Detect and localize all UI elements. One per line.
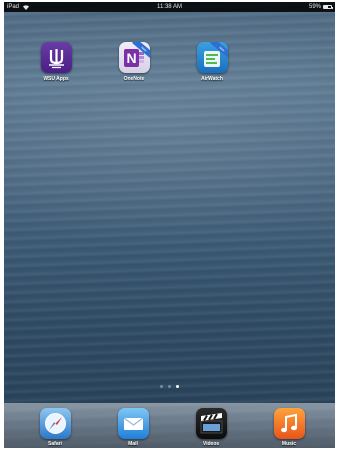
app-wsu-apps[interactable]: WSU Apps — [31, 42, 81, 82]
app-label: Safari — [48, 441, 62, 447]
app-label: OneNote — [123, 76, 145, 82]
status-time: 11:38 AM — [157, 4, 182, 10]
page-indicator[interactable] — [4, 385, 335, 388]
app-label: Music — [281, 441, 297, 447]
dock-app-music[interactable]: Music — [264, 408, 314, 447]
music-icon — [273, 408, 305, 439]
battery-percent: 59% — [308, 4, 321, 10]
svg-text:N: N — [126, 50, 136, 66]
battery-icon — [323, 5, 333, 9]
videos-icon — [195, 408, 227, 439]
dock: Safari Mail Videos Music — [4, 403, 335, 448]
onenote-icon: N New — [118, 42, 150, 73]
status-right: 59% — [308, 2, 333, 12]
dock-app-mail[interactable]: Mail — [108, 408, 158, 447]
status-bar: iPad 11:38 AM 59% — [4, 2, 335, 12]
page-dot[interactable] — [160, 385, 163, 388]
page-dot[interactable] — [176, 385, 179, 388]
mail-icon — [117, 408, 149, 439]
app-label: Mail — [128, 441, 138, 447]
app-label: AirWatch — [201, 76, 223, 82]
airwatch-icon: New — [196, 42, 228, 73]
safari-icon — [39, 408, 71, 439]
app-airwatch[interactable]: New AirWatch — [187, 42, 237, 82]
home-screen: iPad 11:38 AM 59% WSU Apps N New OneNote… — [4, 2, 335, 448]
battery-fill — [324, 6, 329, 8]
app-onenote[interactable]: N New OneNote — [109, 42, 159, 82]
dock-app-videos[interactable]: Videos — [186, 408, 236, 447]
page-dot[interactable] — [168, 385, 171, 388]
wsu-apps-icon — [40, 42, 72, 73]
app-label: Videos — [202, 441, 220, 447]
app-label: WSU Apps — [43, 76, 69, 82]
dock-app-safari[interactable]: Safari — [30, 408, 80, 447]
